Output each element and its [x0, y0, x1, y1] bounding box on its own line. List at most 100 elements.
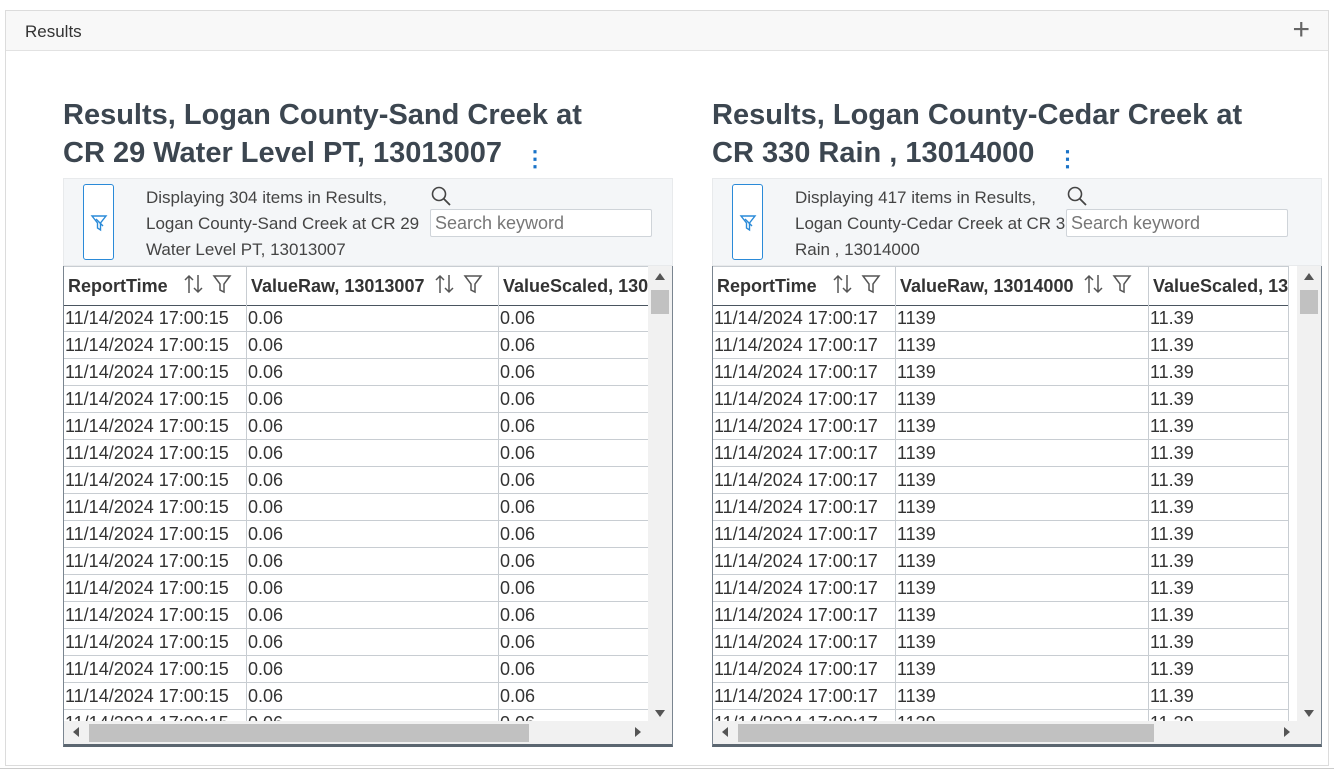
table-row[interactable]: 11/14/2024 17:00:17113911.39 [713, 359, 1289, 386]
table-cell: 11/14/2024 17:00:17 [713, 467, 896, 493]
table-row[interactable]: 11/14/2024 17:00:150.060.06 [64, 359, 649, 386]
table-cell: 0.06 [499, 575, 649, 601]
scroll-right-icon[interactable] [1284, 727, 1290, 737]
filter-icon[interactable] [463, 273, 483, 300]
table-row[interactable]: 11/14/2024 17:00:150.060.06 [64, 602, 649, 629]
table-row[interactable]: 11/14/2024 17:00:17113911.39 [713, 305, 1289, 332]
column-header-label: ReportTime [717, 276, 817, 296]
table-row[interactable]: 11/14/2024 17:00:17113911.39 [713, 548, 1289, 575]
column-header[interactable]: ReportTime [713, 267, 896, 305]
table-row[interactable]: 11/14/2024 17:00:17113911.39 [713, 629, 1289, 656]
filter-icon[interactable] [861, 273, 881, 300]
table-cell: 0.06 [247, 386, 499, 412]
add-button[interactable]: + [1292, 15, 1310, 45]
column-header[interactable]: ValueScaled, 13013007 [499, 267, 649, 305]
table-row[interactable]: 11/14/2024 17:00:17113911.39 [713, 683, 1289, 710]
search-icon[interactable] [430, 185, 452, 212]
table-row[interactable]: 11/14/2024 17:00:150.060.06 [64, 575, 649, 602]
vertical-scroll-thumb[interactable] [651, 290, 669, 314]
table-cell: 1139 [896, 332, 1149, 358]
table-row[interactable]: 11/14/2024 17:00:150.060.06 [64, 332, 649, 359]
table-row[interactable]: 11/14/2024 17:00:150.060.06 [64, 467, 649, 494]
vertical-scrollbar[interactable] [648, 266, 672, 721]
scroll-up-icon[interactable] [655, 273, 665, 280]
horizontal-scrollbar[interactable] [713, 721, 1321, 744]
horizontal-scroll-thumb[interactable] [89, 724, 529, 742]
column-header-label: ReportTime [68, 276, 168, 296]
sort-icon[interactable] [1084, 273, 1104, 300]
horizontal-scroll-thumb[interactable] [738, 724, 1154, 742]
scroll-left-icon[interactable] [722, 727, 728, 737]
table-row[interactable]: 11/14/2024 17:00:150.060.06 [64, 494, 649, 521]
clear-filter-button[interactable] [732, 184, 763, 260]
table-cell: 1139 [896, 602, 1149, 628]
column-header[interactable]: ValueRaw, 13014000 [896, 267, 1149, 305]
table-cell: 1139 [896, 305, 1149, 331]
table-row[interactable]: 11/14/2024 17:00:17113911.39 [713, 386, 1289, 413]
table-cell: 11.39 [1149, 656, 1289, 682]
sort-icon[interactable] [833, 273, 853, 300]
scroll-right-icon[interactable] [635, 727, 641, 737]
table-cell: 0.06 [247, 359, 499, 385]
table-row[interactable]: 11/14/2024 17:00:17113911.39 [713, 494, 1289, 521]
sort-icon[interactable] [184, 273, 204, 300]
table-cell: 11/14/2024 17:00:17 [713, 413, 896, 439]
table-cell: 11.39 [1149, 305, 1289, 331]
table-row[interactable]: 11/14/2024 17:00:150.060.06 [64, 683, 649, 710]
table-cell: 11.39 [1149, 332, 1289, 358]
table-row[interactable]: 11/14/2024 17:00:150.060.06 [64, 656, 649, 683]
table-row[interactable]: 11/14/2024 17:00:150.060.06 [64, 521, 649, 548]
search-icon[interactable] [1066, 185, 1088, 212]
table-row[interactable]: 11/14/2024 17:00:150.060.06 [64, 413, 649, 440]
column-header[interactable]: ValueRaw, 13013007 [247, 267, 499, 305]
column-header[interactable]: ValueScaled, 13014000 [1149, 267, 1289, 305]
table-cell: 11.39 [1149, 575, 1289, 601]
data-grid: ReportTime ValueRaw, 13014000 ValueScaled,… [712, 266, 1322, 747]
filter-icon[interactable] [212, 273, 232, 300]
table-row[interactable]: 11/14/2024 17:00:17113911.39 [713, 440, 1289, 467]
table-cell: 11.39 [1149, 548, 1289, 574]
vertical-scrollbar[interactable] [1297, 266, 1321, 721]
table-row[interactable]: 11/14/2024 17:00:17113911.39 [713, 467, 1289, 494]
table-row[interactable]: 11/14/2024 17:00:150.060.06 [64, 440, 649, 467]
scroll-up-icon[interactable] [1304, 273, 1314, 280]
search-input[interactable] [1066, 209, 1288, 237]
table-row[interactable]: 11/14/2024 17:00:150.060.06 [64, 548, 649, 575]
table-cell: 11.39 [1149, 413, 1289, 439]
table-cell: 1139 [896, 548, 1149, 574]
column-header-label: ValueRaw, 13014000 [900, 276, 1074, 296]
bottom-divider [0, 768, 1334, 769]
scroll-down-icon[interactable] [655, 710, 665, 717]
table-cell: 0.06 [499, 683, 649, 709]
table-row[interactable]: 11/14/2024 17:00:17113911.39 [713, 521, 1289, 548]
scroll-left-icon[interactable] [73, 727, 79, 737]
more-options-icon[interactable]: ⋮ [1056, 140, 1078, 178]
sort-icon[interactable] [435, 273, 455, 300]
table-cell: 11/14/2024 17:00:17 [713, 521, 896, 547]
table-cell: 0.06 [247, 467, 499, 493]
table-row[interactable]: 11/14/2024 17:00:17113911.39 [713, 332, 1289, 359]
grid-header: ReportTime ValueRaw, 13014000 ValueScaled,… [713, 266, 1289, 306]
search-input[interactable] [430, 209, 652, 237]
table-row[interactable]: 11/14/2024 17:00:150.060.06 [64, 629, 649, 656]
table-row[interactable]: 11/14/2024 17:00:17113911.39 [713, 656, 1289, 683]
panel-title: Results, Logan County-Cedar Creek at CR … [712, 96, 1272, 178]
table-cell: 0.06 [499, 386, 649, 412]
table-row[interactable]: 11/14/2024 17:00:17113911.39 [713, 575, 1289, 602]
clear-filter-button[interactable] [83, 184, 114, 260]
scroll-down-icon[interactable] [1304, 710, 1314, 717]
filter-icon[interactable] [1112, 273, 1132, 300]
table-cell: 0.06 [499, 548, 649, 574]
table-row[interactable]: 11/14/2024 17:00:17113911.39 [713, 602, 1289, 629]
column-header[interactable]: ReportTime [64, 267, 247, 305]
table-cell: 0.06 [499, 521, 649, 547]
table-cell: 11/14/2024 17:00:15 [64, 359, 247, 385]
more-options-icon[interactable]: ⋮ [524, 140, 546, 178]
horizontal-scrollbar[interactable] [64, 721, 672, 744]
table-cell: 0.06 [247, 629, 499, 655]
table-cell: 0.06 [499, 629, 649, 655]
table-row[interactable]: 11/14/2024 17:00:150.060.06 [64, 305, 649, 332]
vertical-scroll-thumb[interactable] [1300, 290, 1318, 314]
table-row[interactable]: 11/14/2024 17:00:17113911.39 [713, 413, 1289, 440]
table-row[interactable]: 11/14/2024 17:00:150.060.06 [64, 386, 649, 413]
